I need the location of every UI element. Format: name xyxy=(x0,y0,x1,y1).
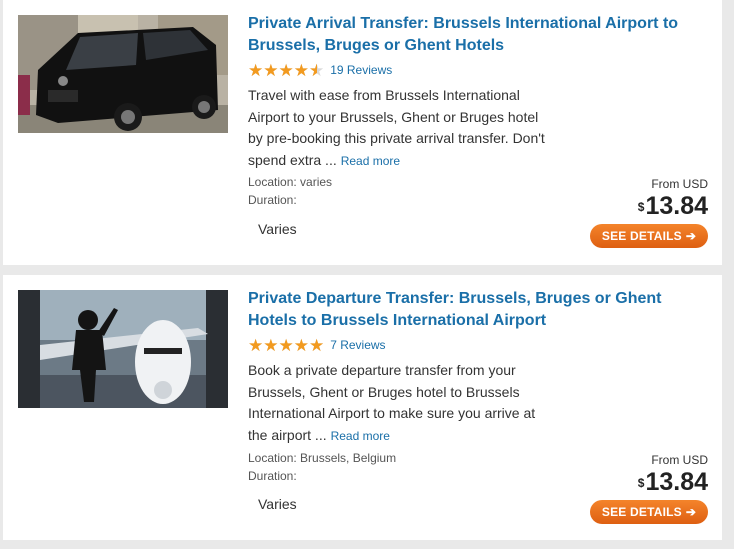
read-more-link[interactable]: Read more xyxy=(331,429,390,443)
tour-image-airplane[interactable] xyxy=(18,290,228,408)
tour-duration-value: Varies xyxy=(258,496,297,512)
tour-card: Private Departure Transfer: Brussels, Br… xyxy=(3,275,722,540)
reviews-link[interactable]: 19 Reviews xyxy=(330,63,392,77)
tour-location: Location: Brussels, Belgium xyxy=(248,451,397,465)
from-usd-label: From USD xyxy=(651,453,708,467)
arrow-right-icon: ➔ xyxy=(685,229,697,243)
tour-price: From USD $13.84 xyxy=(638,177,708,221)
tour-rating: ★★★★★ ★★★★★ 19 Reviews xyxy=(248,61,392,79)
reviews-link[interactable]: 7 Reviews xyxy=(330,338,385,352)
see-details-label: SEE DETAILS xyxy=(601,229,682,243)
price-amount: 13.84 xyxy=(645,468,708,496)
tour-duration-label: Duration: xyxy=(248,469,297,483)
read-more-link[interactable]: Read more xyxy=(341,154,400,168)
tour-duration-label: Duration: xyxy=(248,193,297,207)
tour-title[interactable]: Private Arrival Transfer: Brussels Inter… xyxy=(248,13,698,57)
tour-description: Book a private departure transfer from y… xyxy=(248,360,553,447)
tour-title[interactable]: Private Departure Transfer: Brussels, Br… xyxy=(248,288,698,332)
currency-symbol: $ xyxy=(637,200,645,214)
tour-card: Private Arrival Transfer: Brussels Inter… xyxy=(3,0,722,265)
tour-location: Location: varies xyxy=(248,175,333,189)
arrow-right-icon: ➔ xyxy=(685,505,697,519)
see-details-button[interactable]: SEE DETAILS ➔ xyxy=(590,500,708,524)
tour-description: Travel with ease from Brussels Internati… xyxy=(248,85,553,172)
star-rating-icon: ★★★★★ ★★★★★ xyxy=(248,335,325,355)
description-text: Book a private departure transfer from y… xyxy=(248,362,536,443)
see-details-button[interactable]: SEE DETAILS ➔ xyxy=(590,224,708,248)
from-usd-label: From USD xyxy=(651,177,708,191)
price-value: $13.84 xyxy=(638,467,708,497)
tour-rating: ★★★★★ ★★★★★ 7 Reviews xyxy=(248,336,386,354)
star-rating-icon: ★★★★★ ★★★★★ xyxy=(248,60,325,80)
price-value: $13.84 xyxy=(638,191,708,221)
minivan-photo xyxy=(18,15,228,133)
currency-symbol: $ xyxy=(637,476,645,490)
airplane-photo xyxy=(18,290,228,408)
price-amount: 13.84 xyxy=(645,192,708,220)
tour-duration-value: Varies xyxy=(258,221,297,237)
tour-price: From USD $13.84 xyxy=(638,453,708,497)
tour-image-minivan[interactable] xyxy=(18,15,228,133)
see-details-label: SEE DETAILS xyxy=(601,505,682,519)
